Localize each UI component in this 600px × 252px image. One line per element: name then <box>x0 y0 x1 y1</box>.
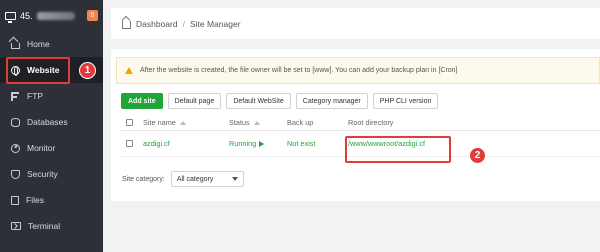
sidebar-item-ftp[interactable]: FTP <box>0 83 103 109</box>
sidebar-item-terminal[interactable]: Terminal <box>0 213 103 239</box>
blurred-ip <box>36 11 75 20</box>
step-marker-1: 1 <box>79 62 96 79</box>
header-site-name[interactable]: Site name <box>143 118 229 127</box>
ftp-icon <box>11 91 20 101</box>
header-status[interactable]: Status <box>229 118 287 127</box>
database-icon <box>11 117 20 127</box>
sidebar-item-label: Security <box>27 169 58 179</box>
category-selected: All category <box>176 175 214 183</box>
backup-link[interactable]: Not exist <box>287 139 348 148</box>
site-panel: After the website is created, the file o… <box>111 49 600 201</box>
play-icon <box>259 141 265 148</box>
sidebar-item-label: FTP <box>27 91 44 101</box>
notice-text: After the website is created, the file o… <box>140 67 458 74</box>
main-content: Dashboard / Site Manager After the websi… <box>103 0 600 252</box>
chevron-down-icon <box>231 177 238 181</box>
breadcrumb-dashboard[interactable]: Dashboard <box>136 19 178 29</box>
warning-icon <box>125 67 133 74</box>
server-icon <box>5 11 16 23</box>
sidebar-item-label: Home <box>27 39 50 49</box>
toolbar: Add site Default page Default WebSite Ca… <box>121 93 439 109</box>
site-status[interactable]: Running <box>229 139 287 148</box>
home-icon <box>11 42 20 49</box>
file-icon <box>11 195 19 205</box>
shield-icon <box>11 169 20 179</box>
php-cli-version-button[interactable]: PHP CLI version <box>372 93 439 109</box>
sidebar-item-security[interactable]: Security <box>0 161 103 187</box>
sidebar-item-files[interactable]: Files <box>0 187 103 213</box>
site-category-filter: Site category: All category <box>122 171 244 187</box>
sidebar-item-label: Monitor <box>27 143 56 153</box>
table-header: Site name Status Back up Root directory <box>121 115 600 131</box>
default-page-button[interactable]: Default page <box>167 93 222 109</box>
notification-badge[interactable]: 0 <box>87 10 98 21</box>
row-checkbox[interactable] <box>126 140 133 147</box>
default-website-button[interactable]: Default WebSite <box>226 93 291 109</box>
breadcrumb: Dashboard / Site Manager <box>111 8 600 39</box>
category-label: Site category: <box>122 175 165 183</box>
website-highlight-box <box>6 57 70 84</box>
terminal-icon <box>11 222 21 230</box>
sidebar-item-home[interactable]: Home <box>0 31 103 57</box>
header-backup: Back up <box>287 118 314 127</box>
root-directory-highlight-box <box>345 136 451 163</box>
header-label: Status <box>229 118 250 127</box>
status-label: Running <box>229 139 257 148</box>
sidebar-item-label: Databases <box>27 117 68 127</box>
step-marker-2: 2 <box>469 147 486 164</box>
add-site-button[interactable]: Add site <box>121 93 163 109</box>
breadcrumb-separator: / <box>182 18 185 29</box>
sidebar-item-label: Files <box>26 195 44 205</box>
monitor-icon <box>11 143 20 153</box>
sort-icon <box>179 121 186 126</box>
server-label: 45. <box>20 10 33 21</box>
select-all-checkbox[interactable] <box>126 119 133 126</box>
home-icon[interactable] <box>122 21 131 29</box>
site-name-link[interactable]: azdigi.cf <box>143 139 229 148</box>
server-header: 45. 0 <box>0 0 103 31</box>
sidebar-item-label: Terminal <box>28 221 61 231</box>
sidebar-item-databases[interactable]: Databases <box>0 109 103 135</box>
sidebar-item-monitor[interactable]: Monitor <box>0 135 103 161</box>
sort-icon <box>253 121 260 126</box>
category-manager-button[interactable]: Category manager <box>295 93 368 109</box>
sidebar: 45. 0 Home Website FTP Databases Monitor… <box>0 0 103 252</box>
owner-notice: After the website is created, the file o… <box>116 57 600 84</box>
category-select[interactable]: All category <box>170 171 244 187</box>
breadcrumb-current: Site Manager <box>189 18 241 29</box>
header-root-directory: Root directory <box>348 118 394 127</box>
header-label: Site name <box>143 118 176 127</box>
